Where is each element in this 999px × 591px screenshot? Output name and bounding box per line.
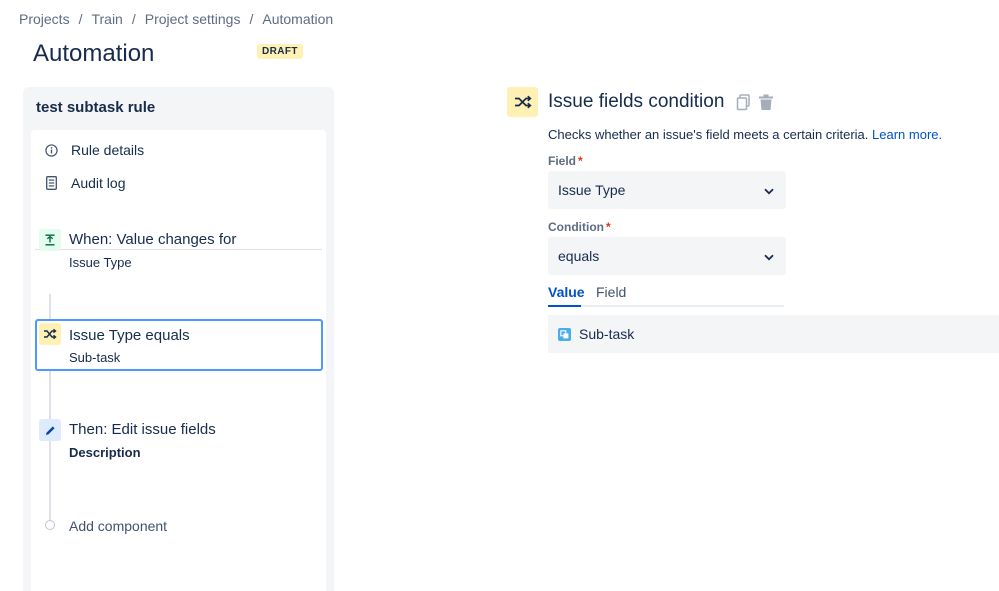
add-component-link[interactable]: Add component (69, 518, 167, 534)
detail-title: Issue fields condition (548, 91, 725, 112)
shuffle-icon (507, 87, 538, 117)
trigger-step[interactable]: When: Value changes for Issue Type (35, 229, 323, 279)
description-text: Checks whether an issue's field meets a … (548, 127, 869, 142)
breadcrumb: Projects / Train / Project settings / Au… (19, 11, 333, 27)
breadcrumb-projects[interactable]: Projects (19, 11, 70, 27)
condition-step-subtitle: Sub-task (69, 350, 121, 365)
breadcrumb-automation[interactable]: Automation (262, 11, 333, 27)
condition-label-text: Condition (548, 220, 604, 234)
value-tabs: Value Field (548, 284, 784, 307)
field-label: Field * (548, 154, 583, 168)
condition-label: Condition * (548, 220, 611, 234)
action-step[interactable]: Then: Edit issue fields Description (35, 419, 323, 469)
condition-select-value: equals (558, 248, 600, 264)
rule-name: test subtask rule (36, 99, 156, 116)
copy-icon[interactable] (736, 94, 751, 116)
chevron-down-icon (764, 248, 774, 264)
tab-field[interactable]: Field (596, 284, 626, 307)
pencil-icon (39, 419, 61, 441)
rule-details-label: Rule details (71, 142, 145, 158)
breadcrumb-separator: / (249, 11, 254, 27)
document-icon (43, 175, 59, 191)
tab-value[interactable]: Value (548, 284, 585, 307)
rule-panel: test subtask rule Rule details Audit log… (23, 87, 334, 591)
required-marker: * (578, 154, 583, 168)
condition-select[interactable]: equals (548, 237, 786, 275)
condition-step-title: Issue Type equals (69, 327, 190, 344)
trigger-step-subtitle: Issue Type (69, 255, 132, 270)
required-marker: * (605, 220, 611, 234)
info-icon (43, 142, 59, 158)
action-step-subtitle: Description (69, 445, 141, 460)
value-text: Sub-task (579, 326, 635, 342)
page-title: Automation (33, 40, 155, 67)
add-component-dot-icon (45, 520, 55, 530)
shuffle-icon (39, 323, 61, 345)
audit-log-label: Audit log (71, 175, 126, 191)
condition-step[interactable]: Issue Type equals Sub-task (35, 319, 323, 371)
value-field[interactable]: Sub-task (548, 315, 999, 353)
subtask-icon (558, 327, 571, 341)
trash-icon[interactable] (758, 94, 774, 116)
field-select-value: Issue Type (558, 182, 626, 198)
breadcrumb-train[interactable]: Train (91, 11, 122, 27)
detail-description: Checks whether an issue's field meets a … (548, 127, 942, 142)
learn-more-link[interactable]: Learn more. (872, 127, 942, 142)
rule-card: Rule details Audit log When: Value chang… (31, 130, 326, 591)
chevron-down-icon (764, 182, 774, 198)
draft-badge: DRAFT (257, 44, 303, 59)
trigger-icon (39, 229, 61, 251)
action-step-title: Then: Edit issue fields (69, 421, 216, 438)
breadcrumb-separator: / (131, 11, 136, 27)
trigger-step-title: When: Value changes for (69, 231, 237, 248)
breadcrumb-project-settings[interactable]: Project settings (145, 11, 241, 27)
audit-log-link[interactable]: Audit log (43, 172, 125, 194)
field-label-text: Field (548, 154, 577, 168)
breadcrumb-separator: / (78, 11, 83, 27)
field-select[interactable]: Issue Type (548, 171, 786, 209)
rule-details-link[interactable]: Rule details (43, 139, 144, 161)
